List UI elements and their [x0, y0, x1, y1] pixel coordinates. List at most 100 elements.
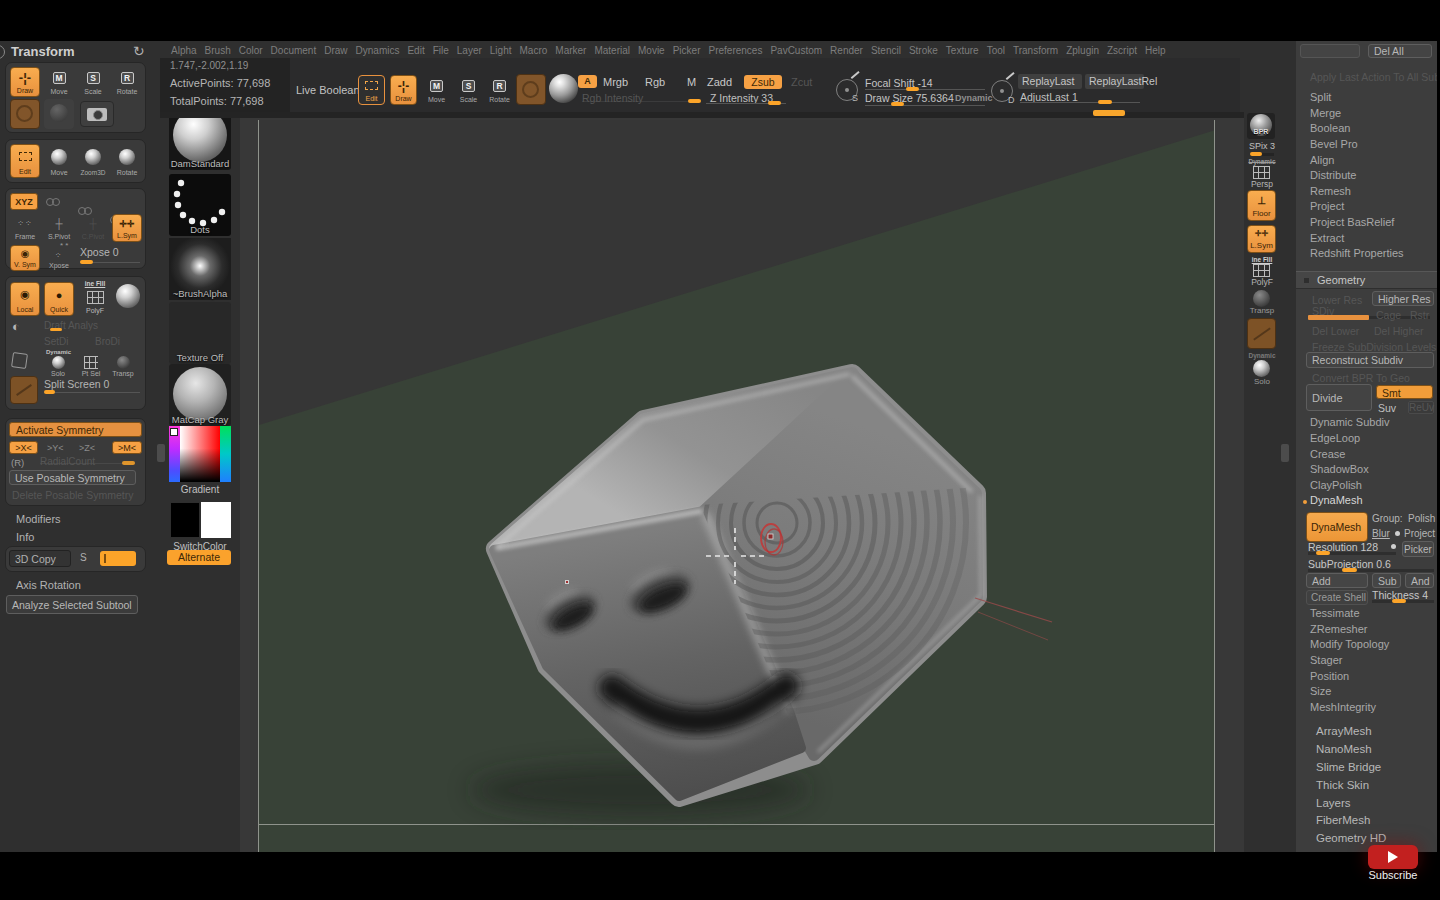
info-label[interactable]: Info — [16, 531, 34, 543]
resolution-nub[interactable] — [1316, 551, 1330, 555]
partial-button[interactable] — [1300, 44, 1360, 58]
polyf-strip-icon[interactable] — [1253, 264, 1270, 277]
palette-row[interactable]: NanoMesh — [1316, 741, 1434, 759]
material-thumbnail[interactable]: MatCap Gray — [169, 364, 231, 426]
sym-x-button[interactable]: >X< — [9, 441, 38, 454]
menu-item[interactable]: Edit — [407, 45, 424, 56]
edit-toolbar-button[interactable]: Edit — [358, 75, 385, 105]
menu-item[interactable]: PavCustom — [770, 45, 822, 56]
project-label[interactable]: Project — [1404, 528, 1435, 539]
sdiv-fill[interactable] — [1308, 315, 1369, 320]
tool-op-row[interactable]: Redshift Properties — [1310, 246, 1434, 262]
convert-bpr-button[interactable]: Convert BPR To Geo — [1312, 372, 1410, 384]
material-preview-sphere[interactable] — [549, 74, 578, 103]
menu-item[interactable]: Macro — [520, 45, 548, 56]
palette-row[interactable]: Thick Skin — [1316, 777, 1434, 795]
a-channel-button[interactable]: A — [578, 75, 597, 88]
ghost-strip-button[interactable] — [1247, 318, 1276, 349]
menu-item[interactable]: Zplugin — [1066, 45, 1099, 56]
dynamesh-button[interactable]: DynaMesh — [1306, 512, 1368, 542]
create-shell-button[interactable]: Create Shell — [1306, 590, 1368, 605]
dynamesh-row[interactable]: Tessimate — [1310, 606, 1434, 622]
delete-posable-symmetry-button[interactable]: Delete Posable Symmetry — [12, 489, 133, 501]
edit-button[interactable]: Edit — [10, 144, 40, 178]
sub-button[interactable]: Sub — [1372, 573, 1401, 588]
camera-button[interactable] — [80, 101, 114, 127]
bpr-button[interactable]: BPR — [1247, 113, 1275, 139]
menu-item[interactable]: Preferences — [708, 45, 762, 56]
geometry-row[interactable]: ClayPolish — [1310, 478, 1434, 494]
dynamesh-row[interactable]: MeshIntegrity — [1310, 700, 1434, 716]
texture-thumbnail[interactable]: Texture Off — [169, 302, 231, 364]
menu-item[interactable]: Document — [271, 45, 317, 56]
palette-row[interactable]: Layers — [1316, 795, 1434, 813]
subprojection-track[interactable] — [1308, 569, 1434, 572]
radialcount-track[interactable] — [40, 463, 135, 464]
radialcount-nub[interactable] — [122, 461, 135, 465]
move-mode-button[interactable]: M Move — [44, 67, 74, 97]
left-scroll-lane[interactable] — [156, 118, 166, 852]
vsym-button[interactable]: ◉ V. Sym — [10, 245, 40, 271]
menu-item[interactable]: Stroke — [909, 45, 938, 56]
stroke-thumbnail[interactable]: Dots — [169, 174, 231, 236]
menu-item[interactable]: Tool — [987, 45, 1005, 56]
persp-grid-icon[interactable] — [1253, 166, 1270, 179]
menu-item[interactable]: Stencil — [871, 45, 901, 56]
polish-label[interactable]: Polish — [1408, 513, 1435, 524]
sym-z-button[interactable]: >Z< — [79, 443, 95, 453]
mrgb-button[interactable]: Mrgb — [603, 76, 628, 88]
tool-op-row[interactable]: Bevel Pro — [1310, 137, 1434, 153]
dynamesh-row[interactable]: Stager — [1310, 653, 1434, 669]
draw-mode-button[interactable]: -¦- Draw — [10, 67, 40, 97]
dynamesh-section-label[interactable]: DynaMesh — [1310, 494, 1363, 506]
x-link-icon[interactable] — [46, 197, 62, 206]
material-sphere-button[interactable] — [116, 284, 140, 308]
hue-bar-right[interactable] — [220, 426, 231, 482]
refresh-icon[interactable]: ↻ — [133, 43, 145, 59]
focal-shift-track[interactable] — [865, 89, 985, 90]
floor-snap-button[interactable] — [10, 376, 38, 404]
menu-item[interactable]: Draw — [324, 45, 347, 56]
tool-op-row[interactable]: Extract — [1310, 231, 1434, 247]
tool-op-row[interactable]: Align — [1310, 153, 1434, 169]
rstr-button[interactable]: Rstr — [1410, 309, 1429, 321]
tool-op-row[interactable]: Project BasRelief — [1310, 215, 1434, 231]
del-higher-button[interactable]: Del Higher — [1374, 325, 1424, 337]
palette-row[interactable]: ArrayMesh — [1316, 723, 1434, 741]
copy3d-slider[interactable] — [100, 551, 136, 566]
tool-op-row[interactable]: Remesh — [1310, 184, 1434, 200]
sym-y-button[interactable]: >Y< — [47, 443, 64, 453]
left-scroll-thumb[interactable] — [157, 444, 165, 462]
rotate-toolbar-button[interactable]: R Rotate — [486, 75, 513, 105]
menu-item[interactable]: Zscript — [1107, 45, 1137, 56]
split-screen-track[interactable] — [44, 392, 140, 393]
rotate-mode-button[interactable]: R Rotate — [112, 67, 142, 97]
geometry-header[interactable]: Geometry — [1296, 271, 1437, 289]
ghost-cube-icon[interactable] — [11, 352, 28, 369]
analyze-subtool-button[interactable]: Analyze Selected Subtool — [6, 595, 138, 614]
sym-m-button[interactable]: >M< — [112, 441, 142, 454]
palette-row[interactable]: Slime Bridge — [1316, 759, 1434, 777]
menu-item[interactable]: Marker — [555, 45, 586, 56]
xyz-button[interactable]: XYZ — [10, 193, 38, 210]
replay-last-button[interactable]: ReplayLast — [1018, 74, 1082, 89]
zsub-button[interactable]: Zsub — [744, 75, 782, 89]
rgb-button[interactable]: Rgb — [645, 76, 665, 88]
focal-shift-nub[interactable] — [906, 87, 919, 91]
del-lower-button[interactable]: Del Lower — [1312, 325, 1359, 337]
menu-item[interactable]: Brush — [205, 45, 231, 56]
menu-item[interactable]: Color — [239, 45, 263, 56]
alpha-thumbnail[interactable]: ~BrushAlpha — [169, 238, 231, 300]
right-scroll-lane[interactable] — [1280, 118, 1290, 852]
rgb-intensity-nub[interactable] — [688, 99, 701, 103]
adjust-last-nub[interactable] — [1098, 100, 1112, 104]
group-label[interactable]: Group: — [1372, 513, 1403, 524]
geometry-row[interactable]: Crease — [1310, 447, 1434, 463]
frame-button[interactable]: ⁘⁘ Frame — [10, 214, 40, 242]
use-posable-symmetry-button[interactable]: Use Posable Symmetry — [9, 470, 136, 485]
floor-button[interactable]: ⊥ Floor — [1247, 190, 1276, 221]
smt-button[interactable]: Smt — [1376, 385, 1433, 399]
adjust-last-track[interactable] — [1020, 102, 1140, 103]
palette-row[interactable]: FiberMesh — [1316, 812, 1434, 830]
axis-rotation-label[interactable]: Axis Rotation — [16, 579, 81, 591]
